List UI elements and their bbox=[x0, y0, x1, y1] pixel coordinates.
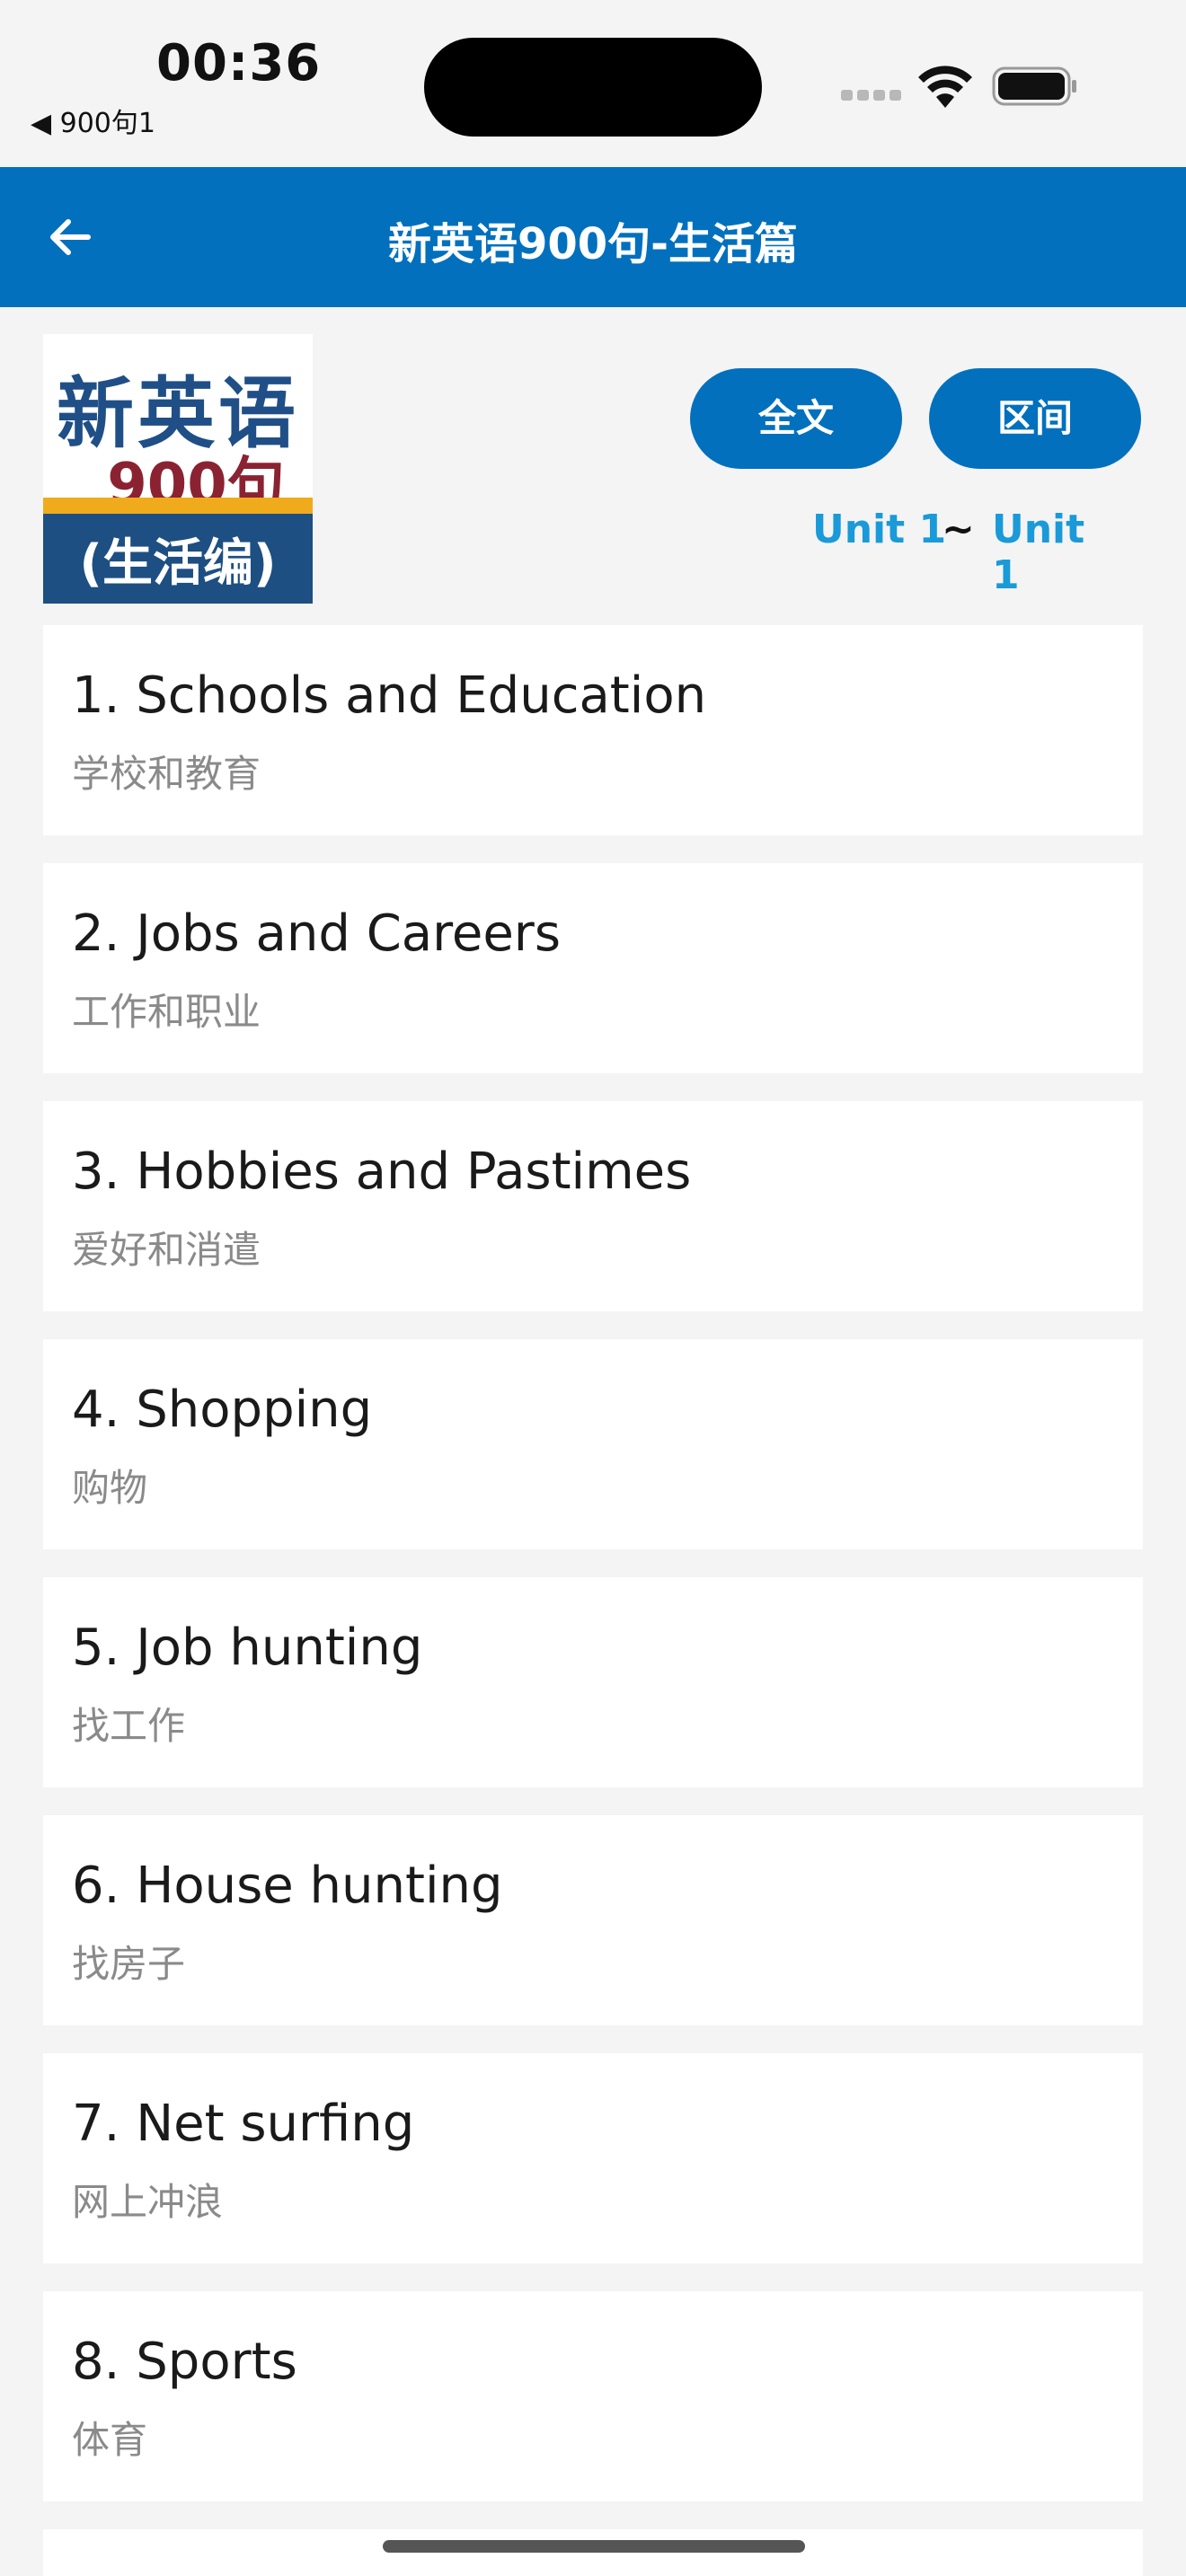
cover-edition: (生活编) bbox=[79, 534, 277, 593]
back-to-app-link[interactable]: ◀ 900句1 bbox=[31, 101, 155, 140]
list-item[interactable]: 5. Job hunting 找工作 bbox=[43, 1577, 1143, 1787]
unit-title: 5. Job hunting bbox=[72, 1619, 423, 1677]
unit-subtitle: 爱好和消遣 bbox=[72, 1228, 261, 1272]
list-item[interactable]: 7. Net surfing 网上冲浪 bbox=[43, 2053, 1143, 2263]
cellular-signal-icon bbox=[841, 90, 902, 101]
unit-subtitle: 找工作 bbox=[72, 1704, 186, 1748]
unit-subtitle: 工作和职业 bbox=[72, 990, 261, 1034]
unit-subtitle: 学校和教育 bbox=[72, 752, 261, 796]
range-to-unit[interactable]: Unit 1 bbox=[992, 507, 1114, 598]
unit-title: 3. Hobbies and Pastimes bbox=[72, 1142, 692, 1201]
unit-title: 7. Net surfing bbox=[72, 2095, 415, 2153]
unit-title: 2. Jobs and Careers bbox=[72, 904, 562, 963]
home-indicator[interactable] bbox=[383, 2540, 805, 2553]
unit-range-selector: Unit 1 ~ Unit 1 bbox=[791, 507, 1114, 598]
battery-icon bbox=[992, 66, 1076, 106]
page-title: 新英语900句-生活篇 bbox=[387, 219, 799, 269]
list-item[interactable]: 3. Hobbies and Pastimes 爱好和消遣 bbox=[43, 1101, 1143, 1311]
unit-subtitle: 体育 bbox=[72, 2418, 148, 2462]
wifi-icon bbox=[918, 66, 972, 108]
unit-title: 8. Sports bbox=[72, 2333, 297, 2391]
status-time: 00:36 bbox=[156, 34, 322, 93]
unit-title: 6. House hunting bbox=[72, 1857, 503, 1915]
list-item[interactable]: 6. House hunting 找房子 bbox=[43, 1815, 1143, 2025]
list-item[interactable]: 8. Sports 体育 bbox=[43, 2291, 1143, 2501]
nav-header: 新英语900句-生活篇 bbox=[0, 167, 1186, 307]
range-separator: ~ bbox=[942, 507, 975, 552]
full-text-button[interactable]: 全文 bbox=[690, 368, 902, 469]
range-button[interactable]: 区间 bbox=[929, 368, 1141, 469]
unit-title: 4. Shopping bbox=[72, 1381, 373, 1439]
list-item[interactable]: 1. Schools and Education 学校和教育 bbox=[43, 625, 1143, 835]
unit-subtitle: 网上冲浪 bbox=[72, 2180, 224, 2224]
list-item-partial[interactable] bbox=[43, 2529, 1143, 2576]
list-item[interactable]: 4. Shopping 购物 bbox=[43, 1339, 1143, 1549]
dynamic-island bbox=[424, 38, 762, 137]
book-cover-image: 新英语 900句 (生活编) bbox=[43, 334, 313, 604]
unit-title: 1. Schools and Education bbox=[72, 666, 707, 725]
unit-subtitle: 购物 bbox=[72, 1466, 148, 1510]
cover-stripe bbox=[43, 498, 313, 514]
list-item[interactable]: 2. Jobs and Careers 工作和职业 bbox=[43, 863, 1143, 1073]
unit-subtitle: 找房子 bbox=[72, 1942, 186, 1986]
status-bar: 00:36 ◀ 900句1 bbox=[0, 0, 1186, 167]
range-from-unit[interactable]: Unit 1 bbox=[812, 507, 946, 552]
